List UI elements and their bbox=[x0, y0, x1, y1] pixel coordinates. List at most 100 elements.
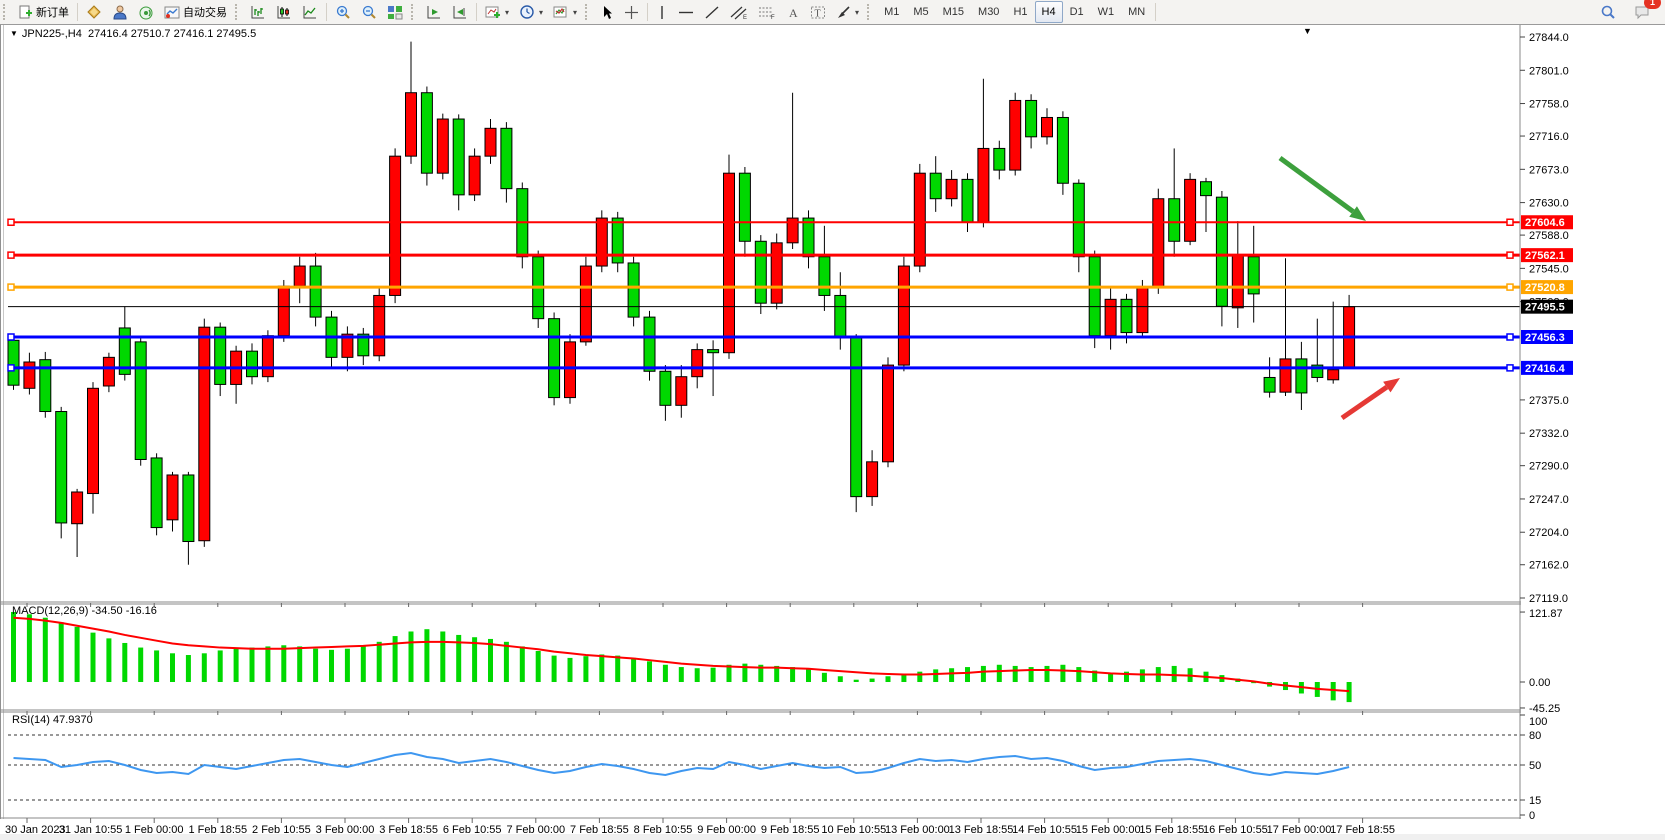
new-chart-icon bbox=[485, 5, 501, 20]
line-handle[interactable] bbox=[1507, 284, 1513, 290]
expert-advisor-button[interactable] bbox=[107, 0, 133, 24]
line-chart-button[interactable] bbox=[297, 0, 323, 24]
candle-body bbox=[453, 119, 464, 195]
toolbar-grip[interactable] bbox=[411, 4, 418, 20]
candle-body bbox=[437, 119, 448, 173]
crosshair-tool-button[interactable] bbox=[619, 0, 644, 24]
fibonacci-tool-button[interactable]: F bbox=[753, 0, 781, 24]
market-watch-button[interactable] bbox=[81, 0, 107, 24]
candle-body bbox=[135, 342, 146, 460]
dropdown-caret-icon: ▾ bbox=[855, 8, 859, 17]
toolbar-grip[interactable] bbox=[585, 4, 592, 20]
tile-windows-button[interactable] bbox=[382, 0, 408, 24]
candle-body bbox=[1026, 100, 1037, 136]
macd-histogram-bar bbox=[1172, 666, 1177, 682]
tab-timeframe-w1[interactable]: W1 bbox=[1091, 1, 1122, 23]
line-handle[interactable] bbox=[8, 334, 14, 340]
bar-chart-button[interactable] bbox=[245, 0, 271, 24]
candlestick-chart-button[interactable] bbox=[271, 0, 297, 24]
candle-body bbox=[1153, 199, 1164, 288]
macd-histogram-bar bbox=[361, 646, 366, 682]
price-tick-label: 27290.0 bbox=[1529, 461, 1569, 473]
toolbar-grip[interactable] bbox=[867, 4, 874, 20]
svg-text:F: F bbox=[771, 15, 775, 20]
trendline-tool-button[interactable] bbox=[699, 0, 725, 24]
tab-timeframe-m30[interactable]: M30 bbox=[971, 1, 1006, 23]
candle-body bbox=[898, 266, 909, 365]
line-handle[interactable] bbox=[8, 284, 14, 290]
toolbar-grip[interactable] bbox=[235, 4, 242, 20]
tile-windows-icon bbox=[387, 5, 403, 20]
notifications-button[interactable]: 1 bbox=[1629, 0, 1655, 24]
horizontal-line-icon bbox=[678, 5, 694, 20]
price-badge-label: 27416.4 bbox=[1525, 363, 1566, 375]
line-handle[interactable] bbox=[8, 365, 14, 371]
price-badge-label: 27495.5 bbox=[1525, 302, 1565, 314]
zoom-out-button[interactable] bbox=[356, 0, 382, 24]
auto-scroll-button[interactable] bbox=[421, 0, 447, 24]
macd-histogram-bar bbox=[711, 668, 716, 682]
toolbar-grip[interactable] bbox=[3, 4, 10, 20]
macd-histogram-bar bbox=[552, 656, 557, 682]
mt4-window: 27844.027801.027758.027716.027673.027630… bbox=[0, 0, 1665, 840]
vline-tool-button[interactable] bbox=[651, 0, 673, 24]
macd-histogram-bar bbox=[520, 646, 525, 682]
zoom-in-button[interactable] bbox=[330, 0, 356, 24]
text-tool-button[interactable]: A bbox=[781, 0, 805, 24]
tab-timeframe-h1[interactable]: H1 bbox=[1006, 1, 1034, 23]
macd-histogram-bar bbox=[1060, 665, 1065, 682]
macd-histogram-bar bbox=[409, 631, 414, 682]
dropdown-caret-icon: ▾ bbox=[539, 8, 543, 17]
price-tick-label: 27844.0 bbox=[1529, 32, 1569, 44]
line-handle[interactable] bbox=[1507, 365, 1513, 371]
chart-shift-button[interactable] bbox=[447, 0, 473, 24]
line-handle[interactable] bbox=[1507, 252, 1513, 258]
tab-timeframe-h4[interactable]: H4 bbox=[1035, 1, 1063, 23]
search-button[interactable] bbox=[1595, 0, 1621, 24]
period-button[interactable]: ▾ bbox=[514, 0, 548, 24]
candle-body bbox=[469, 156, 480, 195]
line-handle[interactable] bbox=[8, 252, 14, 258]
macd-histogram-bar bbox=[917, 672, 922, 682]
equidistant-channel-icon: E bbox=[730, 5, 748, 20]
tab-timeframe-d1[interactable]: D1 bbox=[1063, 1, 1091, 23]
line-handle[interactable] bbox=[1507, 219, 1513, 225]
line-handle[interactable] bbox=[8, 219, 14, 225]
price-tick-label: 27673.0 bbox=[1529, 164, 1569, 176]
candle-body bbox=[8, 340, 19, 385]
macd-histogram-bar bbox=[329, 650, 334, 682]
hline-tool-button[interactable] bbox=[673, 0, 699, 24]
label-tool-button[interactable]: T bbox=[805, 0, 831, 24]
macd-histogram-bar bbox=[250, 648, 255, 682]
price-tick-label: 27332.0 bbox=[1529, 428, 1569, 440]
candle-body bbox=[914, 173, 925, 266]
candle-body bbox=[1137, 288, 1148, 333]
macd-histogram-bar bbox=[424, 629, 429, 682]
tab-timeframe-m1[interactable]: M1 bbox=[877, 1, 906, 23]
price-badge-label: 27562.1 bbox=[1525, 250, 1565, 262]
macd-tick-label: 0.00 bbox=[1529, 677, 1550, 689]
signals-button[interactable] bbox=[133, 0, 159, 24]
new-chart-button[interactable]: ▾ bbox=[480, 0, 514, 24]
macd-histogram-bar bbox=[806, 669, 811, 682]
macd-histogram-bar bbox=[186, 655, 191, 682]
new-order-button[interactable]: 新订单 bbox=[13, 0, 74, 24]
arrows-tool-button[interactable]: ▾ bbox=[831, 0, 864, 24]
tab-timeframe-mn[interactable]: MN bbox=[1121, 1, 1152, 23]
person-icon bbox=[112, 5, 128, 20]
tab-timeframe-m5[interactable]: M5 bbox=[906, 1, 935, 23]
line-handle[interactable] bbox=[1507, 334, 1513, 340]
channel-tool-button[interactable]: E bbox=[725, 0, 753, 24]
auto-trading-button[interactable]: 自动交易 bbox=[159, 0, 232, 24]
macd-histogram-bar bbox=[1331, 682, 1336, 700]
cursor-tool-button[interactable] bbox=[595, 0, 619, 24]
macd-histogram-bar bbox=[377, 642, 382, 682]
price-tick-label: 27801.0 bbox=[1529, 65, 1569, 77]
candle-body bbox=[294, 266, 305, 286]
search-icon bbox=[1600, 4, 1616, 20]
chart-area[interactable]: 27844.027801.027758.027716.027673.027630… bbox=[0, 0, 1665, 840]
template-icon bbox=[553, 5, 569, 20]
macd-histogram-bar bbox=[297, 646, 302, 682]
template-button[interactable]: ▾ bbox=[548, 0, 582, 24]
tab-timeframe-m15[interactable]: M15 bbox=[936, 1, 971, 23]
